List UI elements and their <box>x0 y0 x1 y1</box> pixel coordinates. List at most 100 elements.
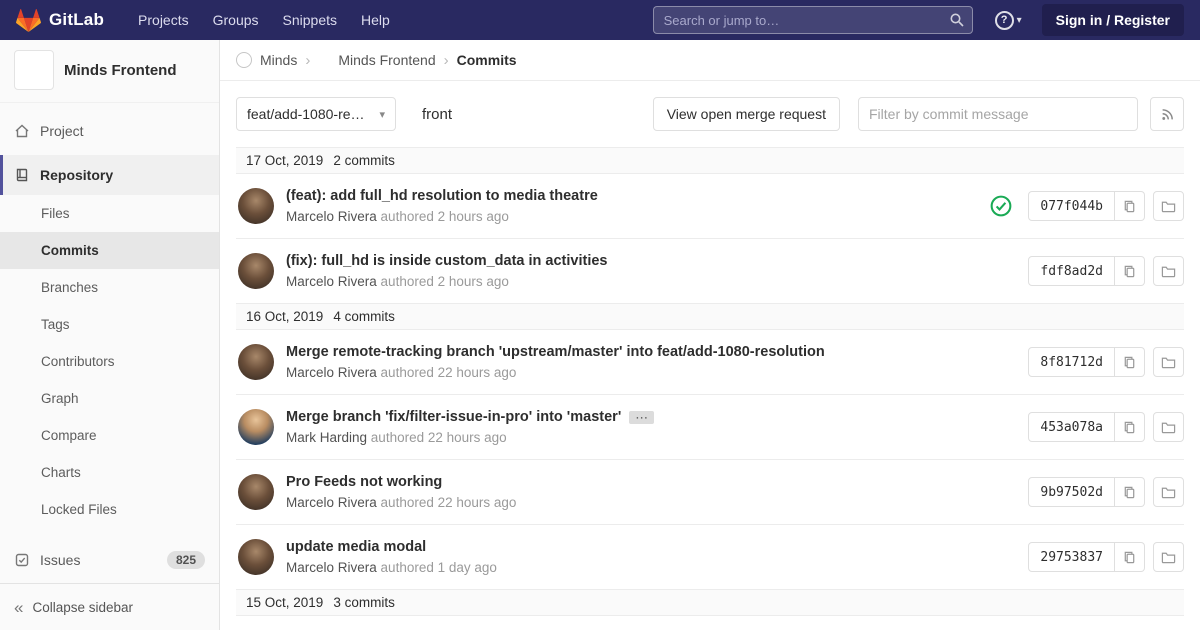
main-content: Minds › Minds Frontend › Commits feat/ad… <box>220 40 1200 630</box>
sidebar-item-charts[interactable]: Charts <box>0 454 219 491</box>
expand-commit-description-button[interactable]: ⋯ <box>629 410 655 424</box>
top-navbar: GitLab Projects Groups Snippets Help ? ▾… <box>0 0 1200 40</box>
help-menu[interactable]: ? ▾ <box>994 10 1022 30</box>
sidebar-item-branches[interactable]: Branches <box>0 269 219 306</box>
sidebar-item-compare[interactable]: Compare <box>0 417 219 454</box>
commit-author-link[interactable]: Marcelo Rivera <box>286 365 377 380</box>
commit-author-link[interactable]: Marcelo Rivera <box>286 495 377 510</box>
project-header[interactable]: Minds Frontend <box>0 40 219 103</box>
commit-date: 16 Oct, 2019 <box>246 309 324 324</box>
user-avatar[interactable] <box>238 409 274 445</box>
gitlab-tanuki-icon <box>16 8 41 32</box>
commit-sha[interactable]: 453a078a <box>1028 412 1115 442</box>
branch-dropdown[interactable]: feat/add-1080-re… ▾ <box>236 97 396 131</box>
commit-author-link[interactable]: Marcelo Rivera <box>286 274 377 289</box>
commit-sha[interactable]: 29753837 <box>1028 542 1115 572</box>
commit-title-link[interactable]: update media modal <box>286 539 426 555</box>
navbar-link-groups[interactable]: Groups <box>213 12 259 28</box>
commit-date: 17 Oct, 2019 <box>246 153 324 168</box>
search-icon <box>950 13 964 27</box>
search-input[interactable] <box>652 6 973 34</box>
commit-row: Merge branch 'fix/filter-issue-in-pro' i… <box>236 395 1184 460</box>
issues-icon <box>15 553 29 567</box>
gitlab-wordmark: GitLab <box>49 10 105 29</box>
view-merge-request-button[interactable]: View open merge request <box>652 97 840 131</box>
folder-icon <box>1161 487 1176 498</box>
folder-icon <box>1161 357 1176 368</box>
browse-files-button[interactable] <box>1153 256 1184 286</box>
commit-timestamp: authored 22 hours ago <box>380 365 517 380</box>
commit-row: update media modal Marcelo Rivera author… <box>236 525 1184 590</box>
navbar-link-help[interactable]: Help <box>361 12 390 28</box>
folder-icon <box>1161 422 1176 433</box>
copy-icon <box>1124 265 1135 277</box>
commit-author-link[interactable]: Mark Harding <box>286 430 367 445</box>
commits-toolbar: feat/add-1080-re… ▾ front View open merg… <box>220 81 1200 147</box>
rss-feed-button[interactable] <box>1150 97 1184 131</box>
commit-title-link[interactable]: Merge branch 'fix/filter-issue-in-pro' i… <box>286 409 621 425</box>
commit-sha[interactable]: 8f81712d <box>1028 347 1115 377</box>
group-avatar <box>236 52 252 68</box>
sidebar-item-graph[interactable]: Graph <box>0 380 219 417</box>
sidebar-item-files[interactable]: Files <box>0 195 219 232</box>
copy-icon <box>1124 356 1135 368</box>
sidebar-item-issues[interactable]: Issues 825 <box>0 540 219 580</box>
commit-date-header: 15 Oct, 2019 3 commits <box>236 590 1184 616</box>
navbar-link-projects[interactable]: Projects <box>138 12 189 28</box>
sign-in-button[interactable]: Sign in / Register <box>1041 4 1184 36</box>
pipeline-passed-icon[interactable] <box>990 195 1012 217</box>
question-icon: ? <box>994 10 1014 30</box>
commit-sha[interactable]: fdf8ad2d <box>1028 256 1115 286</box>
browse-files-button[interactable] <box>1153 477 1184 507</box>
browse-files-button[interactable] <box>1153 412 1184 442</box>
issues-count-badge: 825 <box>166 551 205 569</box>
commit-title-link[interactable]: (feat): add full_hd resolution to media … <box>286 188 598 204</box>
commit-author-link[interactable]: Marcelo Rivera <box>286 209 377 224</box>
browse-files-button[interactable] <box>1153 191 1184 221</box>
project-sidebar: Minds Frontend Project Repository Files … <box>0 40 220 630</box>
user-avatar[interactable] <box>238 188 274 224</box>
sidebar-item-contributors[interactable]: Contributors <box>0 343 219 380</box>
commit-title-link[interactable]: Merge remote-tracking branch 'upstream/m… <box>286 344 825 360</box>
double-chevron-left-icon: « <box>14 597 24 617</box>
breadcrumb: Minds › Minds Frontend › Commits <box>220 40 1200 81</box>
sidebar-item-project[interactable]: Project <box>0 111 219 151</box>
commit-date-header: 17 Oct, 2019 2 commits <box>236 148 1184 174</box>
project-avatar <box>14 50 54 90</box>
copy-sha-button[interactable] <box>1115 347 1145 377</box>
sidebar-item-repository[interactable]: Repository <box>0 155 219 195</box>
copy-sha-button[interactable] <box>1115 191 1145 221</box>
user-avatar[interactable] <box>238 474 274 510</box>
copy-sha-button[interactable] <box>1115 256 1145 286</box>
copy-icon <box>1124 486 1135 498</box>
copy-sha-button[interactable] <box>1115 477 1145 507</box>
commit-filter-input[interactable] <box>858 97 1138 131</box>
sidebar-item-locked-files[interactable]: Locked Files <box>0 491 219 528</box>
commit-sha[interactable]: 077f044b <box>1028 191 1115 221</box>
sidebar-item-label: Project <box>40 123 84 139</box>
commit-sha[interactable]: 9b97502d <box>1028 477 1115 507</box>
collapse-sidebar-button[interactable]: « Collapse sidebar <box>0 583 219 630</box>
gitlab-logo[interactable]: GitLab <box>16 8 104 33</box>
commit-title-link[interactable]: (fix): full_hd is inside custom_data in … <box>286 253 608 269</box>
copy-sha-button[interactable] <box>1115 412 1145 442</box>
branch-dropdown-value: feat/add-1080-re… <box>247 106 365 122</box>
commit-author-link[interactable]: Marcelo Rivera <box>286 560 377 575</box>
commit-row: Merge remote-tracking branch 'upstream/m… <box>236 330 1184 395</box>
browse-files-button[interactable] <box>1153 542 1184 572</box>
commit-title-link[interactable]: Pro Feeds not working <box>286 474 442 490</box>
breadcrumb-project-link[interactable]: Minds Frontend <box>338 52 435 68</box>
user-avatar[interactable] <box>238 539 274 575</box>
commit-row: (fix): full_hd is inside custom_data in … <box>236 239 1184 304</box>
user-avatar[interactable] <box>238 344 274 380</box>
copy-sha-button[interactable] <box>1115 542 1145 572</box>
browse-files-button[interactable] <box>1153 347 1184 377</box>
commit-timestamp: authored 1 day ago <box>380 560 497 575</box>
breadcrumb-group-link[interactable]: Minds <box>260 52 297 68</box>
sidebar-item-commits[interactable]: Commits <box>0 232 219 269</box>
commit-count: 2 commits <box>333 153 395 168</box>
navbar-link-snippets[interactable]: Snippets <box>283 12 337 28</box>
user-avatar[interactable] <box>238 253 274 289</box>
commit-row: Pro Feeds not working Marcelo Rivera aut… <box>236 460 1184 525</box>
sidebar-item-tags[interactable]: Tags <box>0 306 219 343</box>
